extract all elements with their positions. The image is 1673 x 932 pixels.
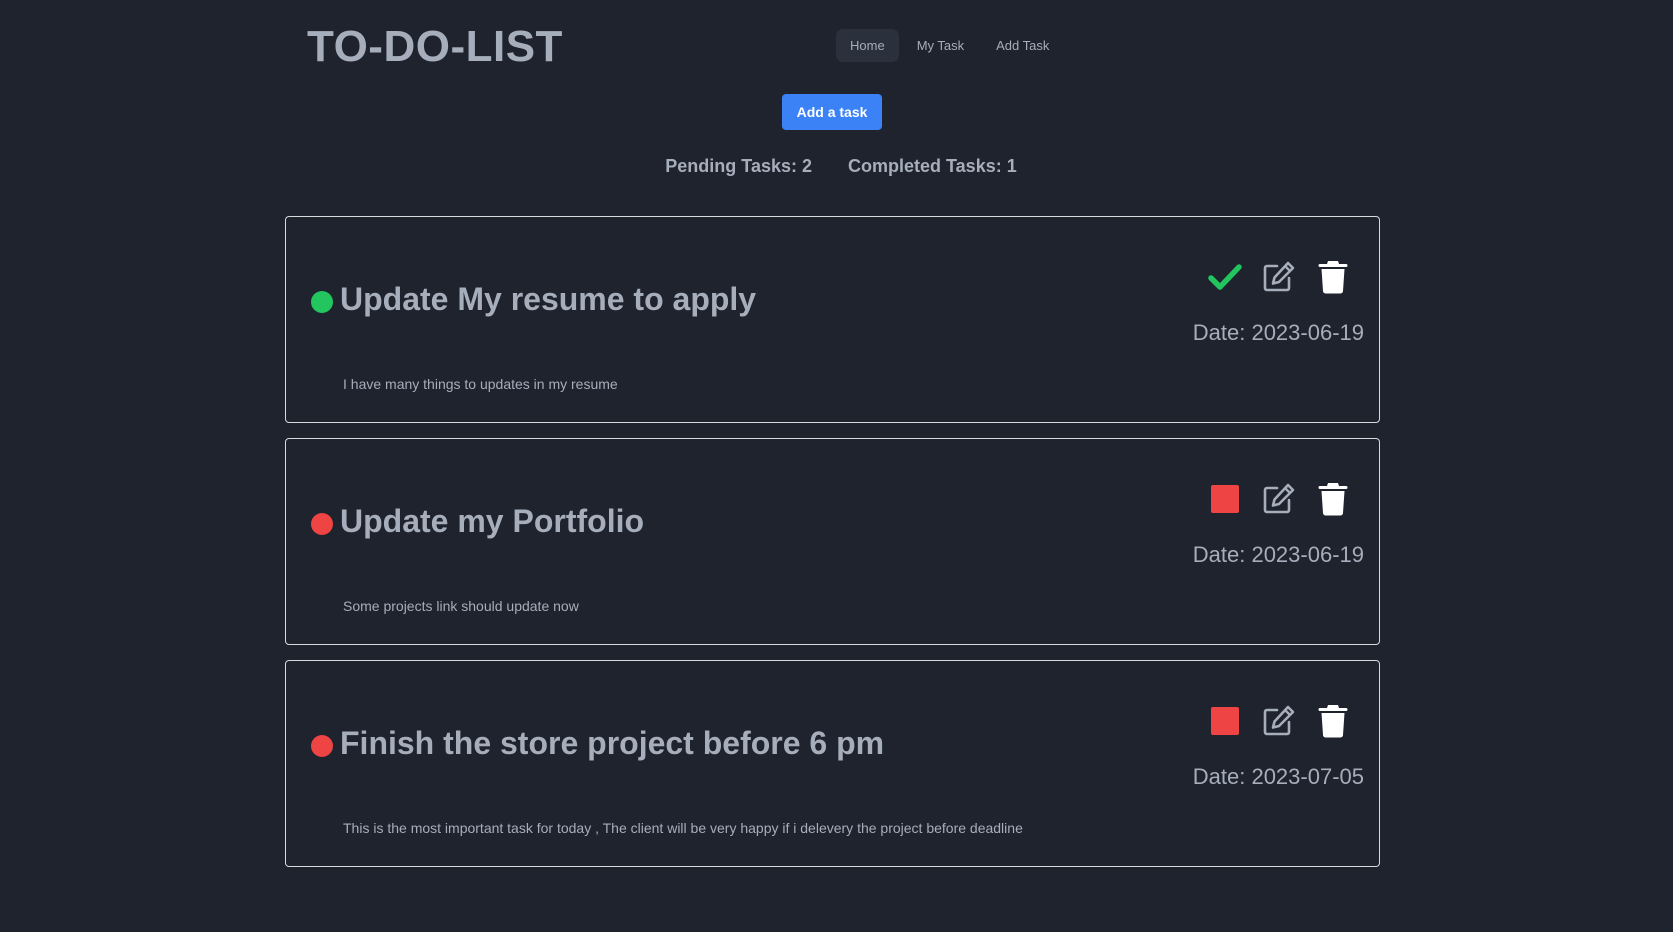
- task-description: I have many things to updates in my resu…: [343, 376, 618, 392]
- task-title: Update My resume to apply: [340, 281, 757, 317]
- task-actions: [1207, 703, 1351, 739]
- task-actions: [1207, 481, 1351, 517]
- add-task-button[interactable]: Add a task: [782, 94, 882, 130]
- task-description: Some projects link should update now: [343, 598, 579, 614]
- nav-my-task[interactable]: My Task: [903, 29, 978, 62]
- task-date: Date: 2023-06-19: [1192, 320, 1364, 345]
- brand-title: TO-DO-LIST: [307, 22, 563, 71]
- task-date: Date: 2023-06-19: [1192, 542, 1364, 567]
- completed-count: Completed Tasks: 1: [848, 156, 1017, 176]
- task-card: Update my Portfolio Date: 2023-06-19 Som…: [285, 438, 1380, 645]
- top-nav: Home My Task Add Task: [836, 29, 1063, 62]
- trash-icon[interactable]: [1315, 259, 1351, 295]
- task-card: Update My resume to apply Date: 2023-06-…: [285, 216, 1380, 423]
- nav-add-task[interactable]: Add Task: [982, 29, 1063, 62]
- edit-icon[interactable]: [1261, 259, 1297, 295]
- edit-icon[interactable]: [1261, 703, 1297, 739]
- pending-count: Pending Tasks: 2: [665, 156, 812, 176]
- check-icon[interactable]: [1207, 259, 1243, 295]
- status-dot: [311, 513, 333, 535]
- status-dot: [311, 291, 333, 313]
- task-title: Finish the store project before 6 pm: [340, 725, 885, 761]
- edit-icon[interactable]: [1261, 481, 1297, 517]
- page: TO-DO-LIST Home My Task Add Task Add a t…: [0, 0, 1673, 932]
- red-square-icon[interactable]: [1207, 481, 1243, 517]
- trash-icon[interactable]: [1315, 703, 1351, 739]
- task-card: Finish the store project before 6 pm Dat…: [285, 660, 1380, 867]
- task-list: Update My resume to apply Date: 2023-06-…: [285, 216, 1380, 882]
- nav-home[interactable]: Home: [836, 29, 899, 62]
- task-actions: [1207, 259, 1351, 295]
- task-date: Date: 2023-07-05: [1192, 764, 1364, 789]
- task-title: Update my Portfolio: [340, 503, 645, 539]
- task-description: This is the most important task for toda…: [343, 820, 1023, 836]
- task-stats: Pending Tasks: 2 Completed Tasks: 1: [0, 156, 1673, 177]
- status-dot: [311, 735, 333, 757]
- red-square-icon[interactable]: [1207, 703, 1243, 739]
- trash-icon[interactable]: [1315, 481, 1351, 517]
